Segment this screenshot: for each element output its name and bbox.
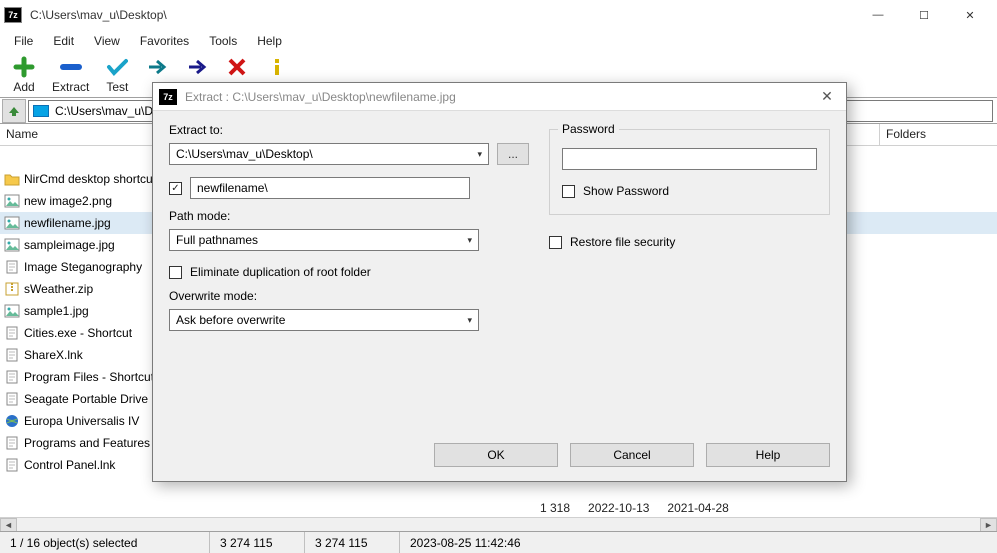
menu-edit[interactable]: Edit bbox=[43, 32, 84, 50]
password-group: Password Show Password bbox=[549, 129, 830, 215]
app-icon: 7z bbox=[4, 7, 22, 23]
chevron-down-icon: ▾ bbox=[467, 315, 472, 326]
file-details: 1 318 2022-10-13 2021-04-28 bbox=[540, 501, 729, 515]
menu-view[interactable]: View bbox=[84, 32, 130, 50]
file-type-icon bbox=[4, 369, 20, 385]
restore-security-label: Restore file security bbox=[570, 235, 675, 249]
info-icon bbox=[265, 56, 289, 78]
copy-button[interactable] bbox=[137, 54, 177, 80]
file-name: new image2.png bbox=[24, 194, 112, 208]
path-mode-combo[interactable]: Full pathnames ▾ bbox=[169, 229, 479, 251]
delete-button[interactable] bbox=[217, 54, 257, 80]
maximize-button[interactable]: ☐ bbox=[901, 0, 947, 30]
file-name: ShareX.lnk bbox=[24, 348, 83, 362]
file-name: NirCmd desktop shortcuts bbox=[24, 172, 162, 186]
chevron-down-icon: ▾ bbox=[467, 235, 472, 246]
eliminate-label: Eliminate duplication of root folder bbox=[190, 265, 371, 279]
browse-button[interactable]: ... bbox=[497, 143, 529, 165]
show-password-checkbox[interactable] bbox=[562, 185, 575, 198]
file-name: newfilename.jpg bbox=[24, 216, 111, 230]
file-name: sample1.jpg bbox=[24, 304, 89, 318]
file-type-icon bbox=[4, 171, 20, 187]
x-icon bbox=[225, 56, 249, 78]
arrow-right-icon bbox=[145, 56, 169, 78]
file-type-icon bbox=[4, 347, 20, 363]
status-size2: 3 274 115 bbox=[305, 532, 400, 553]
file-type-icon bbox=[4, 435, 20, 451]
file-type-icon bbox=[4, 303, 20, 319]
menu-file[interactable]: File bbox=[4, 32, 43, 50]
extract-to-label: Extract to: bbox=[169, 123, 529, 137]
file-type-icon bbox=[4, 457, 20, 473]
subfolder-checkbox[interactable]: ✓ bbox=[169, 182, 182, 195]
add-button[interactable]: Add bbox=[4, 54, 44, 96]
extract-to-combo[interactable]: C:\Users\mav_u\Desktop\ ▾ bbox=[169, 143, 489, 165]
restore-security-checkbox[interactable] bbox=[549, 236, 562, 249]
path-mode-label: Path mode: bbox=[169, 209, 529, 223]
status-size1: 3 274 115 bbox=[210, 532, 305, 553]
help-button[interactable]: Help bbox=[706, 443, 830, 467]
info-button[interactable] bbox=[257, 54, 297, 80]
window-title: C:\Users\mav_u\Desktop\ bbox=[30, 8, 855, 22]
file-name: Cities.exe - Shortcut bbox=[24, 326, 132, 340]
eliminate-checkbox[interactable] bbox=[169, 266, 182, 279]
status-timestamp: 2023-08-25 11:42:46 bbox=[400, 532, 997, 553]
plus-icon bbox=[12, 56, 36, 78]
scroll-left-button[interactable]: ◄ bbox=[0, 518, 17, 532]
extract-dialog: 7z Extract : C:\Users\mav_u\Desktop\newf… bbox=[152, 82, 847, 482]
overwrite-mode-label: Overwrite mode: bbox=[169, 289, 529, 303]
file-name: Seagate Portable Drive bbox=[24, 392, 148, 406]
scroll-right-button[interactable]: ► bbox=[980, 518, 997, 532]
file-type-icon bbox=[4, 259, 20, 275]
extract-button[interactable]: Extract bbox=[44, 54, 97, 96]
file-name: Europa Universalis IV bbox=[24, 414, 139, 428]
file-name: Programs and Features bbox=[24, 436, 150, 450]
file-type-icon bbox=[4, 193, 20, 209]
dialog-close-button[interactable]: ✕ bbox=[814, 85, 840, 109]
file-type-icon bbox=[4, 281, 20, 297]
minus-icon bbox=[59, 56, 83, 78]
chevron-down-icon: ▾ bbox=[477, 149, 482, 160]
file-type-icon bbox=[4, 215, 20, 231]
check-icon bbox=[105, 56, 129, 78]
menu-tools[interactable]: Tools bbox=[199, 32, 247, 50]
move-button[interactable] bbox=[177, 54, 217, 80]
file-name: sWeather.zip bbox=[24, 282, 93, 296]
status-selection: 1 / 16 object(s) selected bbox=[0, 532, 210, 553]
cancel-button[interactable]: Cancel bbox=[570, 443, 694, 467]
subfolder-input[interactable] bbox=[190, 177, 470, 199]
close-button[interactable]: ✕ bbox=[947, 0, 993, 30]
horizontal-scrollbar[interactable]: ◄ ► bbox=[0, 517, 997, 531]
file-type-icon bbox=[4, 413, 20, 429]
menu-help[interactable]: Help bbox=[247, 32, 292, 50]
show-password-label: Show Password bbox=[583, 184, 669, 198]
menu-favorites[interactable]: Favorites bbox=[130, 32, 199, 50]
up-button[interactable] bbox=[2, 99, 26, 123]
arrow-right-dark-icon bbox=[185, 56, 209, 78]
file-type-icon bbox=[4, 237, 20, 253]
column-folders[interactable]: Folders bbox=[880, 124, 932, 145]
file-name: Program Files - Shortcut bbox=[24, 370, 154, 384]
drive-icon bbox=[33, 105, 49, 117]
file-name: Image Steganography bbox=[24, 260, 142, 274]
ok-button[interactable]: OK bbox=[434, 443, 558, 467]
file-type-icon bbox=[4, 325, 20, 341]
password-input[interactable] bbox=[562, 148, 817, 170]
file-name: sampleimage.jpg bbox=[24, 238, 115, 252]
menu-bar: File Edit View Favorites Tools Help bbox=[0, 30, 997, 52]
password-label: Password bbox=[558, 122, 619, 136]
minimize-button[interactable]: — bbox=[855, 0, 901, 30]
overwrite-mode-combo[interactable]: Ask before overwrite ▾ bbox=[169, 309, 479, 331]
dialog-title: Extract : C:\Users\mav_u\Desktop\newfile… bbox=[185, 90, 814, 104]
test-button[interactable]: Test bbox=[97, 54, 137, 96]
file-type-icon bbox=[4, 391, 20, 407]
dialog-icon: 7z bbox=[159, 89, 177, 105]
file-name: Control Panel.lnk bbox=[24, 458, 115, 472]
